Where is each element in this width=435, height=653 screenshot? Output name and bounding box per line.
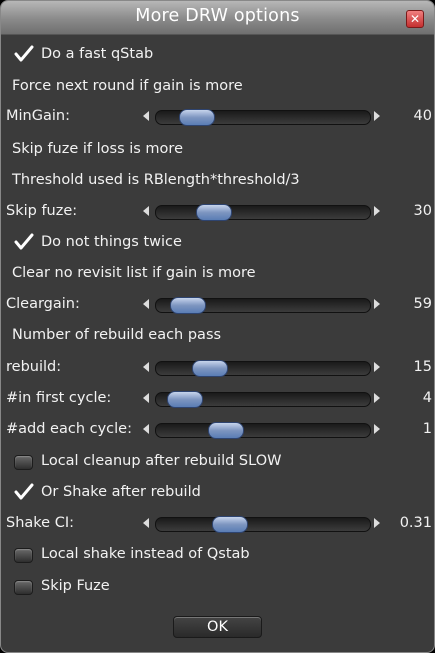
checkmark-icon [14, 483, 34, 500]
cleargain-decrease-arrow-icon[interactable] [143, 299, 149, 309]
rebuild-text: Number of rebuild each pass [12, 327, 222, 343]
mingain-slider-thumb[interactable] [179, 109, 215, 126]
cleargain-slider-track[interactable] [155, 297, 371, 314]
checkmark-icon [14, 233, 34, 250]
rebuild-slider-thumb[interactable] [192, 360, 228, 377]
skip-fuze-check-row[interactable]: Skip Fuze [1, 574, 434, 602]
local-cleanup-checkbox[interactable] [14, 455, 33, 470]
not-twice-label: Do not things twice [41, 234, 182, 250]
shake-ci-slider-track[interactable] [155, 516, 371, 533]
rebuild-slider-track[interactable] [155, 360, 371, 377]
first-cycle-decrease-arrow-icon[interactable] [143, 393, 149, 403]
add-cycle-slider-row: #add each cycle: 1 [1, 417, 434, 445]
first-cycle-slider-row: #in first cycle: 4 [1, 386, 434, 414]
add-cycle-slider-track[interactable] [155, 422, 371, 439]
fast-qstab-row[interactable]: Do a fast qStab [1, 42, 434, 70]
shake-after-row[interactable]: Or Shake after rebuild [1, 480, 434, 508]
shake-ci-value: 0.31 [399, 515, 432, 531]
fast-qstab-label: Do a fast qStab [41, 46, 154, 62]
force-next-text: Force next round if gain is more [12, 78, 243, 94]
local-cleanup-label: Local cleanup after rebuild SLOW [41, 453, 282, 469]
cleargain-increase-arrow-icon[interactable] [374, 299, 380, 309]
shake-after-label: Or Shake after rebuild [41, 484, 201, 500]
skip-fuze-increase-arrow-icon[interactable] [374, 206, 380, 216]
local-shake-row[interactable]: Local shake instead of Qstab [1, 542, 434, 570]
rebuild-label: rebuild: [6, 359, 62, 375]
cleargain-slider-row: Cleargain: 59 [1, 292, 434, 320]
skip-fuze-decrease-arrow-icon[interactable] [143, 206, 149, 216]
local-shake-checkbox[interactable] [14, 548, 33, 563]
title-bar: More DRW options ✕ [1, 1, 434, 35]
mingain-decrease-arrow-icon[interactable] [143, 111, 149, 121]
first-cycle-value: 4 [422, 390, 432, 406]
skip-fuze-check-label: Skip Fuze [41, 578, 110, 594]
skip-fuze-text-row: Skip fuze if loss is more [1, 137, 434, 165]
add-cycle-label: #add each cycle: [6, 421, 132, 437]
cleargain-label: Cleargain: [6, 296, 80, 312]
local-shake-label: Local shake instead of Qstab [41, 546, 250, 562]
force-next-text-row: Force next round if gain is more [1, 74, 434, 102]
skip-fuze-slider-row: Skip fuze: 30 [1, 199, 434, 227]
mingain-value: 40 [413, 108, 432, 124]
cleargain-slider-thumb[interactable] [170, 297, 206, 314]
rebuild-decrease-arrow-icon[interactable] [143, 362, 149, 372]
checkmark-icon [14, 45, 34, 62]
add-cycle-slider-thumb[interactable] [208, 422, 244, 439]
first-cycle-increase-arrow-icon[interactable] [374, 393, 380, 403]
shake-ci-slider-thumb[interactable] [212, 516, 248, 533]
cleargain-value: 59 [413, 296, 432, 312]
shake-after-checkbox[interactable] [14, 483, 34, 500]
threshold-text-row: Threshold used is RBlength*threshold/3 [1, 168, 434, 196]
dialog-title: More DRW options [135, 6, 300, 26]
add-cycle-value: 1 [422, 421, 432, 437]
skip-fuze-text: Skip fuze if loss is more [12, 141, 183, 157]
first-cycle-slider-track[interactable] [155, 391, 371, 408]
skip-fuze-slider-track[interactable] [155, 204, 371, 221]
mingain-increase-arrow-icon[interactable] [374, 111, 380, 121]
rebuild-slider-row: rebuild: 15 [1, 355, 434, 383]
mingain-slider-track[interactable] [155, 109, 371, 126]
not-twice-checkbox[interactable] [14, 233, 34, 250]
rebuild-text-row: Number of rebuild each pass [1, 323, 434, 351]
add-cycle-increase-arrow-icon[interactable] [374, 424, 380, 434]
threshold-text: Threshold used is RBlength*threshold/3 [12, 172, 300, 188]
clear-text: Clear no revisit list if gain is more [12, 265, 256, 281]
mingain-label: MinGain: [6, 108, 70, 124]
ok-button[interactable]: OK [173, 616, 262, 638]
first-cycle-slider-thumb[interactable] [167, 391, 203, 408]
clear-text-row: Clear no revisit list if gain is more [1, 261, 434, 289]
shake-ci-label: Shake CI: [6, 515, 74, 531]
add-cycle-decrease-arrow-icon[interactable] [143, 424, 149, 434]
skip-fuze-value: 30 [413, 203, 432, 219]
close-icon[interactable]: ✕ [406, 10, 424, 28]
shake-ci-decrease-arrow-icon[interactable] [143, 518, 149, 528]
skip-fuze-checkbox[interactable] [14, 580, 33, 595]
fast-qstab-checkbox[interactable] [14, 45, 34, 62]
rebuild-value: 15 [413, 359, 432, 375]
shake-ci-slider-row: Shake CI: 0.31 [1, 511, 434, 539]
not-twice-row[interactable]: Do not things twice [1, 230, 434, 258]
local-cleanup-row[interactable]: Local cleanup after rebuild SLOW [1, 449, 434, 477]
skip-fuze-label: Skip fuze: [6, 203, 78, 219]
first-cycle-label: #in first cycle: [6, 390, 112, 406]
shake-ci-increase-arrow-icon[interactable] [374, 518, 380, 528]
mingain-slider-row: MinGain: 40 [1, 104, 434, 132]
skip-fuze-slider-thumb[interactable] [196, 204, 232, 221]
options-dialog: More DRW options ✕ Do a fast qStab Force… [0, 0, 435, 653]
rebuild-increase-arrow-icon[interactable] [374, 362, 380, 372]
